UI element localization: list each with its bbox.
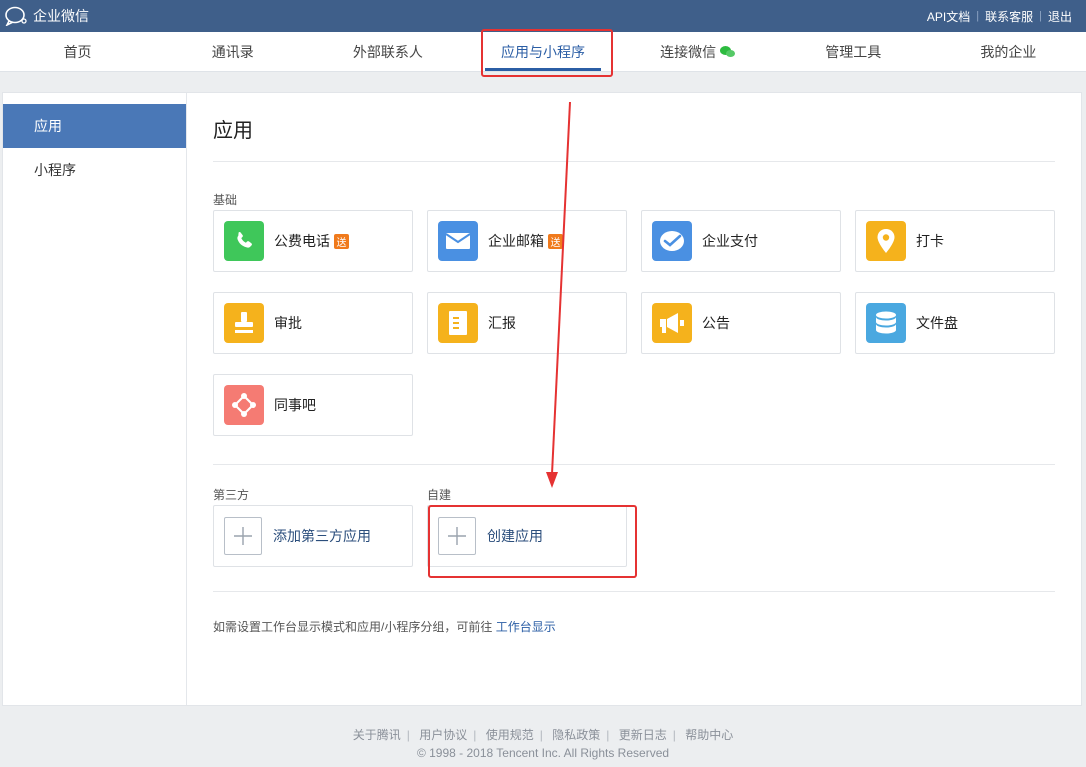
separator: |	[539, 728, 543, 742]
nav-contacts[interactable]: 通讯录	[155, 32, 310, 71]
footer-link-changelog[interactable]: 更新日志	[619, 728, 667, 742]
page-title: 应用	[213, 93, 1055, 162]
nav-label: 首页	[63, 43, 92, 60]
main-panel: 应用 小程序 应用 基础 公费电话 送 企业邮箱 送 企业支付 打卡 审批 汇报…	[2, 92, 1082, 706]
third-party-section-label: 第三方	[213, 487, 250, 502]
third-party-custom-row: 第三方 添加第三方应用 自建 创建应用	[213, 465, 1055, 567]
third-party-column: 第三方 添加第三方应用	[213, 465, 427, 567]
section-divider	[213, 591, 1055, 592]
app-name: 公告	[702, 315, 730, 331]
phone-icon	[224, 221, 264, 261]
app-card-phone[interactable]: 公费电话 送	[213, 210, 413, 272]
sidebar-item-label: 小程序	[34, 162, 76, 178]
pay-icon	[652, 221, 692, 261]
footer: 关于腾讯 | 用户协议 | 使用规范 | 隐私政策 | 更新日志 | 帮助中心 © 199…	[0, 726, 1086, 760]
gift-badge: 送	[334, 233, 349, 249]
app-card-pay[interactable]: 企业支付	[641, 210, 841, 272]
content-area: 应用 基础 公费电话 送 企业邮箱 送 企业支付 打卡 审批 汇报 公告 文件盘…	[187, 93, 1081, 705]
top-links: API文档 | 联系客服 | 退出	[921, 8, 1078, 25]
hint-text: 如需设置工作台显示模式和应用/小程序分组，可前往	[213, 620, 493, 634]
nav-my-company[interactable]: 我的企业	[931, 32, 1086, 71]
nav-home[interactable]: 首页	[0, 32, 155, 71]
location-icon	[866, 221, 906, 261]
nav-connect-wechat[interactable]: 连接微信	[621, 32, 776, 71]
custom-section-label: 自建	[427, 487, 452, 502]
nav-external-contacts[interactable]: 外部联系人	[310, 32, 465, 71]
report-icon	[438, 303, 478, 343]
app-card-colleague-forum[interactable]: 同事吧	[213, 374, 413, 436]
nav-label: 我的企业	[980, 43, 1037, 60]
top-bar: 企业微信 API文档 | 联系客服 | 退出	[0, 0, 1086, 32]
footer-link-usage-rules[interactable]: 使用规范	[486, 728, 534, 742]
network-icon	[224, 385, 264, 425]
logout-link[interactable]: 退出	[1042, 8, 1078, 25]
wework-logo-icon	[5, 6, 27, 26]
workbench-hint: 如需设置工作台显示模式和应用/小程序分组，可前往 工作台显示	[213, 618, 1055, 635]
workbench-display-link[interactable]: 工作台显示	[496, 620, 556, 634]
nav-label: 通讯录	[211, 43, 254, 60]
brand-name: 企业微信	[33, 8, 89, 24]
database-icon	[866, 303, 906, 343]
basic-apps-grid: 公费电话 送 企业邮箱 送 企业支付 打卡 审批 汇报 公告 文件盘 同事吧	[213, 210, 1055, 436]
plus-icon	[438, 517, 476, 555]
app-card-approval[interactable]: 审批	[213, 292, 413, 354]
gift-badge: 送	[548, 233, 563, 249]
app-name: 审批	[274, 315, 302, 331]
main-nav: 首页 通讯录 外部联系人 应用与小程序 连接微信 管理工具 我的企业	[0, 32, 1086, 72]
app-name: 公费电话	[274, 233, 330, 249]
footer-link-user-agreement[interactable]: 用户协议	[419, 728, 467, 742]
app-name: 文件盘	[916, 315, 958, 331]
separator: |	[473, 728, 477, 742]
app-card-report[interactable]: 汇报	[427, 292, 627, 354]
footer-link-privacy[interactable]: 隐私政策	[552, 728, 600, 742]
app-name: 打卡	[916, 233, 944, 249]
nav-apps[interactable]: 应用与小程序	[465, 32, 620, 71]
separator: |	[606, 728, 610, 742]
app-name: 汇报	[488, 315, 516, 331]
sidebar-item-apps[interactable]: 应用	[3, 104, 186, 148]
contact-support-link[interactable]: 联系客服	[979, 8, 1039, 25]
app-card-clock-in[interactable]: 打卡	[855, 210, 1055, 272]
sidebar: 应用 小程序	[3, 93, 187, 705]
app-card-file-drive[interactable]: 文件盘	[855, 292, 1055, 354]
wechat-icon	[720, 45, 736, 58]
separator: |	[672, 728, 676, 742]
copyright: © 1998 - 2018 Tencent Inc. All Rights Re…	[416, 746, 670, 760]
sidebar-item-mini-programs[interactable]: 小程序	[3, 148, 186, 192]
api-docs-link[interactable]: API文档	[921, 8, 976, 25]
plus-icon	[224, 517, 262, 555]
brand[interactable]: 企业微信	[4, 6, 89, 26]
nav-management-tools[interactable]: 管理工具	[776, 32, 931, 71]
app-card-mail[interactable]: 企业邮箱 送	[427, 210, 627, 272]
footer-links: 关于腾讯 | 用户协议 | 使用规范 | 隐私政策 | 更新日志 | 帮助中心	[0, 726, 1086, 743]
sidebar-item-label: 应用	[34, 118, 62, 134]
megaphone-icon	[652, 303, 692, 343]
create-app-button[interactable]: 创建应用	[427, 505, 627, 567]
add-third-party-label: 添加第三方应用	[273, 528, 371, 544]
basic-section-label: 基础	[213, 192, 238, 207]
create-app-label: 创建应用	[487, 528, 543, 544]
app-name: 企业邮箱	[488, 233, 544, 249]
app-card-notice[interactable]: 公告	[641, 292, 841, 354]
footer-link-help[interactable]: 帮助中心	[685, 728, 733, 742]
nav-label: 应用与小程序	[500, 43, 585, 60]
add-third-party-app-button[interactable]: 添加第三方应用	[213, 505, 413, 567]
app-name: 同事吧	[274, 397, 316, 413]
separator: |	[406, 728, 410, 742]
nav-label: 管理工具	[825, 43, 882, 60]
custom-column: 自建 创建应用	[427, 465, 641, 567]
nav-label: 连接微信	[660, 43, 717, 60]
mail-icon	[438, 221, 478, 261]
footer-link-about[interactable]: 关于腾讯	[353, 728, 401, 742]
nav-label: 外部联系人	[352, 43, 423, 60]
app-name: 企业支付	[702, 233, 758, 249]
stamp-icon	[224, 303, 264, 343]
